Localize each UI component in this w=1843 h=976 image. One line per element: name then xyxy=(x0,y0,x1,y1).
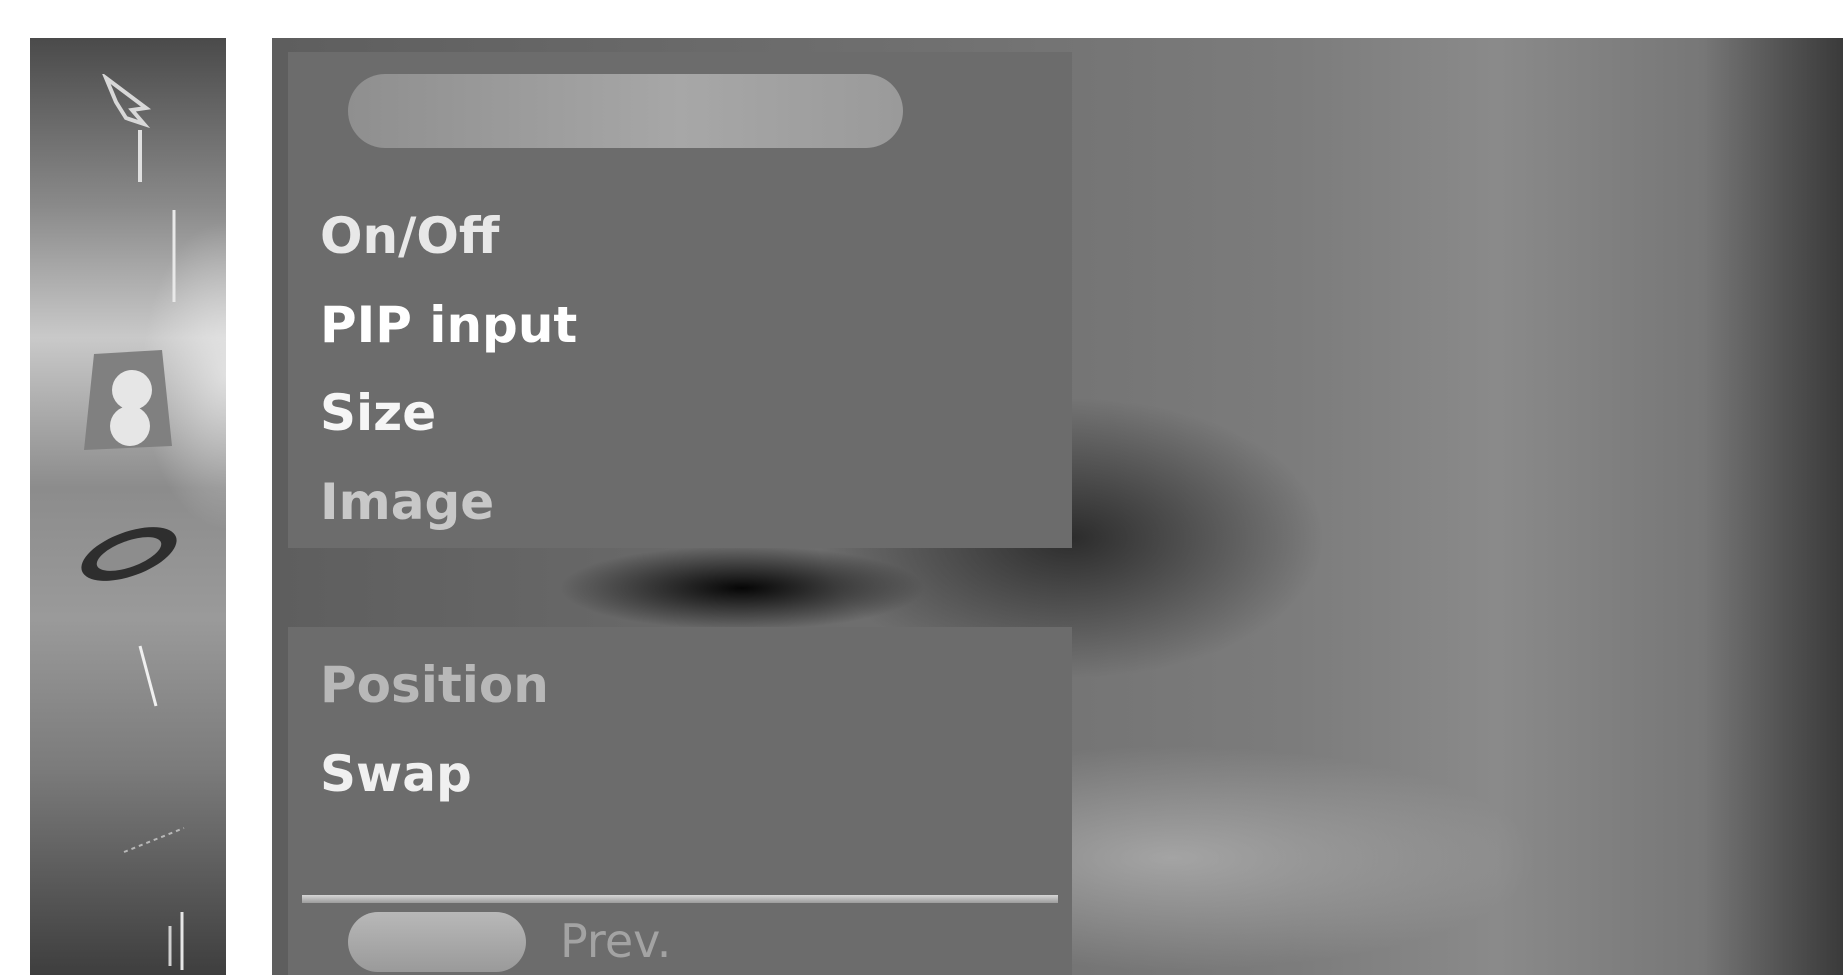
disc-icon[interactable] xyxy=(74,514,184,594)
pip-icon[interactable] xyxy=(82,334,178,454)
prev-label: Prev. xyxy=(560,914,672,968)
input-icon[interactable] xyxy=(120,818,190,858)
prev-button[interactable] xyxy=(348,912,526,972)
menu-divider xyxy=(302,895,1058,903)
menu-item-image[interactable]: Image xyxy=(320,472,494,532)
menu-icon-rail xyxy=(30,38,226,975)
background-shade xyxy=(1703,38,1843,975)
audio-icon[interactable] xyxy=(168,208,180,304)
menu-item-on-off[interactable]: On/Off xyxy=(320,206,499,266)
setup-icon[interactable] xyxy=(134,642,164,712)
menu-item-pip-input[interactable]: PIP input xyxy=(320,295,577,355)
menu-item-swap[interactable]: Swap xyxy=(320,744,472,804)
menu-item-position[interactable]: Position xyxy=(320,655,549,715)
picture-icon[interactable] xyxy=(102,74,162,186)
menu-header-bar xyxy=(348,74,903,148)
pip-menu-panel-lower: Position Swap Prev. xyxy=(288,627,1072,975)
menu-item-size[interactable]: Size xyxy=(320,383,436,443)
pip-menu-panel: On/Off PIP input Size Image xyxy=(288,52,1072,548)
lock-icon[interactable] xyxy=(162,906,192,976)
